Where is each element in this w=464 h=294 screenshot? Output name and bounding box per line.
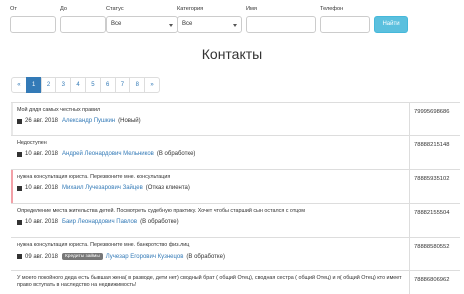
calendar-icon — [17, 185, 22, 191]
contact-date: 10 авг. 2018 — [25, 219, 59, 225]
filter-bar: От До Статус Все Категория Все Имя Телеф… — [10, 6, 460, 36]
pagination-page[interactable]: 8 — [129, 77, 146, 93]
name-input[interactable] — [246, 16, 316, 33]
contact-name-link[interactable]: Андрей Леонардович Мельников — [62, 151, 154, 157]
status-select[interactable]: Все — [106, 16, 178, 33]
contact-phone: 79995698686 — [414, 109, 450, 115]
calendar-icon — [17, 254, 22, 259]
calendar-icon — [17, 118, 22, 124]
pagination-page[interactable]: 7 — [114, 77, 131, 93]
contact-name-link[interactable]: Александр Пушкин — [62, 118, 115, 124]
status-select-value: Все — [111, 21, 122, 27]
category-select[interactable]: Все — [177, 16, 242, 33]
to-date-input[interactable] — [60, 16, 106, 33]
contact-phone: 78888580552 — [414, 244, 450, 250]
pagination: « 1 2 3 4 5 6 7 8 » — [11, 77, 160, 93]
find-button[interactable]: Найти — [374, 16, 408, 33]
table-row: нужна консультация юриста. Перезвоните м… — [11, 170, 460, 204]
contact-status: (В обработке) — [140, 219, 179, 225]
contact-name-link[interactable]: Лучезар Егорович Кузнецов — [106, 254, 184, 260]
contact-phone: 78882155504 — [414, 210, 450, 216]
contact-status: (Новый) — [118, 118, 141, 124]
contact-description: нужна консультация юриста. Перезвоните м… — [17, 242, 190, 248]
contact-name-link[interactable]: Баир Леонардович Павлов — [62, 219, 137, 225]
contact-date: 09 авг. 2018 — [25, 253, 59, 260]
contact-description: Недоступен — [17, 140, 47, 146]
table-row: Недоступен 10 авг. 2018 Андрей Леонардов… — [11, 136, 460, 170]
contact-name-link[interactable]: Михаил Лучезарович Зайцев — [62, 185, 143, 191]
contact-cell: У моего покойного деда есть бывшая жена(… — [11, 271, 410, 294]
category-badge: Кредиты займы — [62, 253, 103, 260]
contact-date: 10 авг. 2018 — [25, 151, 59, 157]
table-row: нужна консультация юриста. Перезвоните м… — [11, 238, 460, 271]
contact-description: Определение места жительства детей. Посм… — [17, 208, 306, 214]
category-label: Категория — [177, 6, 204, 12]
pagination-page[interactable]: 5 — [84, 77, 101, 93]
pagination-page[interactable]: 1 — [25, 77, 42, 93]
chevron-down-icon — [169, 24, 173, 27]
contacts-table: Мой дядя самых честных правил 26 авг. 20… — [11, 102, 460, 294]
calendar-icon — [17, 151, 22, 157]
contact-phone: 78888215148 — [414, 142, 450, 148]
category-select-value: Все — [182, 21, 193, 27]
calendar-icon — [17, 219, 22, 225]
from-date-input[interactable] — [10, 16, 56, 33]
contact-cell: Определение места жительства детей. Посм… — [11, 204, 410, 237]
contact-cell: Недоступен 10 авг. 2018 Андрей Леонардов… — [11, 136, 410, 169]
pagination-prev[interactable]: « — [11, 77, 27, 93]
status-label: Статус — [106, 6, 124, 12]
pagination-page[interactable]: 4 — [70, 77, 86, 93]
contact-status: (В обработке) — [186, 253, 225, 260]
to-label: До — [60, 6, 67, 12]
page-title: Контакты — [201, 46, 263, 62]
contact-phone: 78886806962 — [414, 277, 450, 283]
contact-status: (Отказ клиента) — [145, 185, 190, 191]
contact-date: 10 авг. 2018 — [25, 185, 59, 191]
pagination-next[interactable]: » — [144, 77, 160, 93]
pagination-page[interactable]: 2 — [40, 77, 57, 93]
contact-description: нужна консультация юриста. Перезвоните м… — [17, 174, 171, 180]
table-row: Мой дядя самых честных правил 26 авг. 20… — [11, 103, 460, 136]
contact-phone: 78885935102 — [414, 176, 450, 182]
from-label: От — [10, 6, 17, 12]
pagination-page[interactable]: 6 — [99, 77, 116, 93]
contact-description: Мой дядя самых честных правил — [17, 107, 101, 113]
table-row: У моего покойного деда есть бывшая жена(… — [11, 271, 460, 294]
phone-input[interactable] — [320, 16, 370, 33]
chevron-down-icon — [233, 24, 237, 27]
contact-date: 26 авг. 2018 — [25, 118, 59, 124]
phone-label: Телефон — [320, 6, 344, 12]
contact-cell: нужна консультация юриста. Перезвоните м… — [11, 170, 410, 203]
name-label: Имя — [246, 6, 257, 12]
contact-cell: нужна консультация юриста. Перезвоните м… — [11, 238, 410, 270]
table-row: Определение места жительства детей. Посм… — [11, 204, 460, 238]
pagination-page[interactable]: 3 — [55, 77, 72, 93]
contact-cell: Мой дядя самых честных правил 26 авг. 20… — [11, 103, 410, 135]
contact-description: У моего покойного деда есть бывшая жена(… — [17, 275, 402, 288]
contact-status: (В обработке) — [156, 151, 196, 157]
